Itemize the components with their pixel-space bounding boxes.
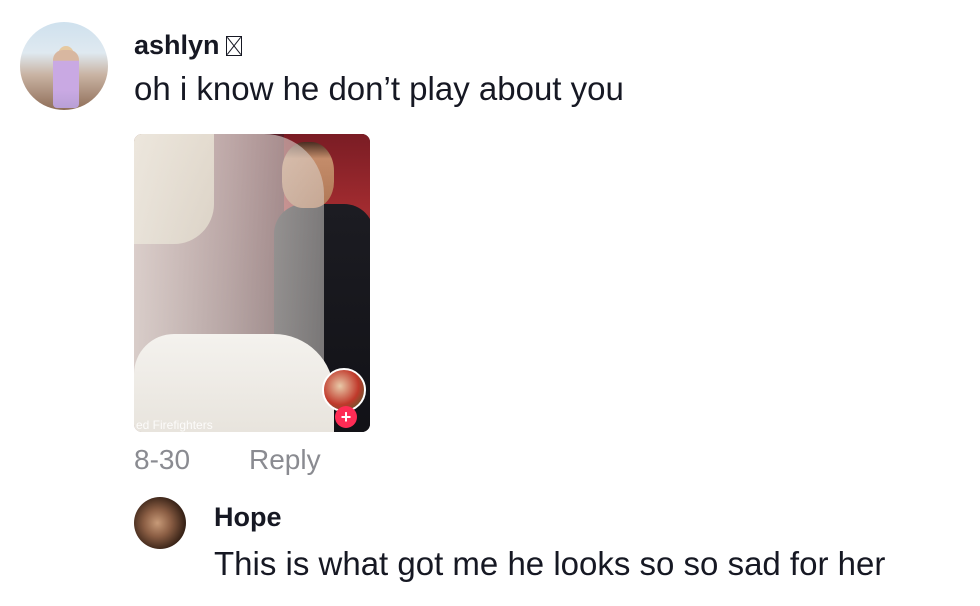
- comment-username[interactable]: ashlyn: [134, 30, 242, 61]
- comment-video-thumbnail[interactable]: ed Firefighters +: [134, 134, 370, 432]
- username-text: ashlyn: [134, 30, 220, 60]
- avatar-figure: [53, 50, 79, 108]
- avatar[interactable]: [134, 497, 186, 549]
- comment-username[interactable]: Hope: [214, 502, 282, 533]
- missing-glyph-box-icon: [225, 36, 242, 56]
- comment-text: oh i know he don’t play about you: [134, 70, 624, 107]
- follow-plus-icon[interactable]: +: [335, 406, 357, 428]
- comment-date: 8-30: [134, 444, 191, 475]
- comment-text: This is what got me he looks so so sad f…: [214, 545, 886, 582]
- avatar[interactable]: [20, 22, 108, 110]
- reply-button[interactable]: Reply: [249, 444, 321, 476]
- thumbnail-caption: ed Firefighters: [136, 418, 213, 432]
